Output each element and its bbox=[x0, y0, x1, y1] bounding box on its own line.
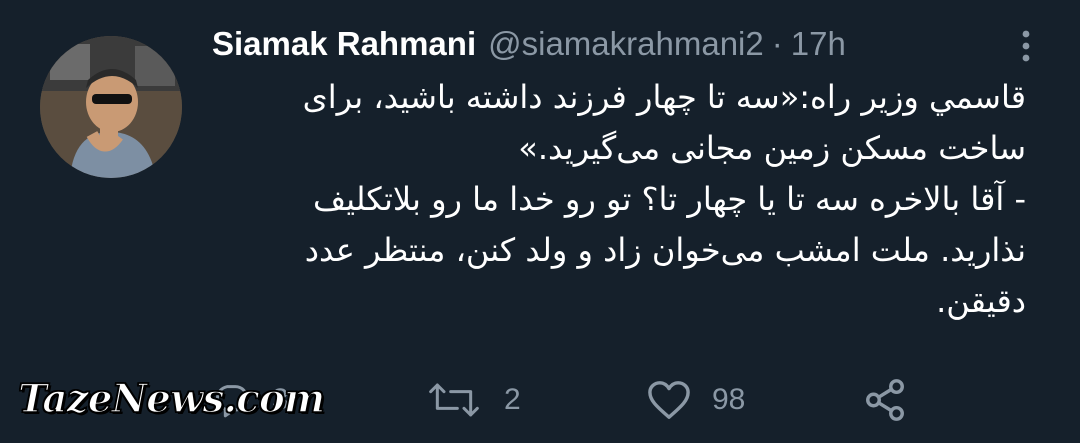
share-icon bbox=[862, 377, 908, 423]
tweet-timestamp[interactable]: 17h bbox=[791, 25, 846, 63]
share-button[interactable] bbox=[862, 372, 908, 428]
retweet-count: 2 bbox=[504, 383, 521, 416]
tweet-text-line: ساخت مسکن زمین مجانی می‌گیرید.» bbox=[518, 129, 1026, 167]
tweet-text-line: - آقا بالاخره سه تا یا چهار تا؟ تو رو خد… bbox=[312, 180, 1026, 218]
like-count: 98 bbox=[712, 383, 746, 416]
more-vertical-icon[interactable] bbox=[1012, 26, 1040, 66]
like-button[interactable]: 98 bbox=[646, 372, 745, 428]
heart-icon bbox=[646, 379, 692, 421]
avatar[interactable] bbox=[40, 36, 182, 178]
tweet-text-line: دقیقن. bbox=[936, 282, 1026, 320]
tweet-header: Siamak Rahmani @siamakrahmani2 · 17h bbox=[212, 24, 846, 64]
retweet-button[interactable]: 2 bbox=[424, 372, 521, 428]
avatar-image bbox=[40, 36, 182, 178]
tweet-text: قاسمي وزير راه:«سه تا چهار فرزند داشته ب… bbox=[236, 72, 1026, 327]
header-separator: · bbox=[771, 25, 783, 62]
retweet-icon bbox=[424, 380, 484, 420]
tweet: Siamak Rahmani @siamakrahmani2 · 17h قاس… bbox=[0, 0, 1080, 443]
watermark: TazeNews.com bbox=[17, 375, 326, 423]
author-display-name[interactable]: Siamak Rahmani bbox=[212, 25, 476, 63]
tweet-text-line: قاسمي وزير راه:«سه تا چهار فرزند داشته ب… bbox=[302, 78, 1026, 116]
author-handle[interactable]: @siamakrahmani2 bbox=[488, 25, 764, 63]
tweet-text-line: نذارید. ملت امشب می‌خوان زاد و ولد کنن، … bbox=[304, 231, 1026, 269]
